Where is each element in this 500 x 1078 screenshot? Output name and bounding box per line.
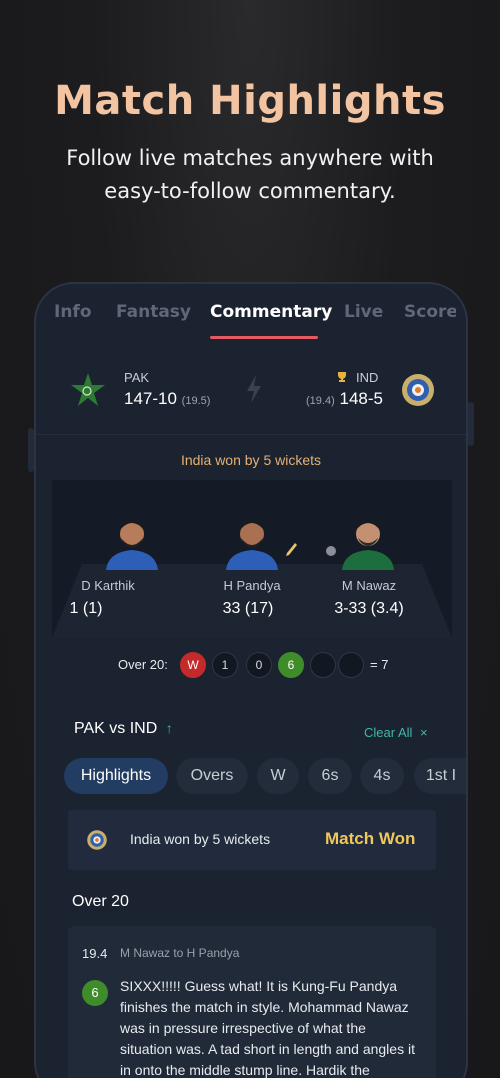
tab-live[interactable]: Live — [344, 302, 383, 322]
ball-empty — [338, 652, 364, 678]
over-label: Over 20: — [118, 657, 168, 672]
batter1-stat: 1 (1) — [69, 600, 103, 617]
team1-name: PAK — [124, 370, 150, 385]
arrow-up-icon: ↑ — [165, 720, 173, 736]
chip-fours[interactable]: 4s — [360, 758, 404, 794]
ball-wicket: W — [180, 652, 206, 678]
bcci-logo-icon — [87, 830, 107, 850]
team2-runs: 148-5 — [339, 389, 383, 408]
close-icon: × — [420, 725, 428, 740]
team2-score: (19.4) 148-5 — [306, 389, 383, 409]
batter2-name: H Pandya — [223, 578, 281, 593]
hero-title: Match Highlights — [54, 78, 446, 124]
bowler-stat: 3-33 (3.4) — [334, 600, 404, 617]
batter1-name: D Karthik — [81, 578, 135, 593]
over-heading: Over 20 — [72, 893, 129, 910]
bowler-name: M Nawaz — [341, 578, 397, 593]
batter2-stat: 33 (17) — [222, 600, 274, 617]
team2-overs: (19.4) — [306, 395, 335, 407]
tab-commentary[interactable]: Commentary — [210, 302, 332, 322]
pakistan-flag-icon — [71, 373, 105, 406]
bowler-to-batter: M Nawaz to H Pandya — [120, 946, 240, 960]
tab-bar: Info Fantasy Commentary Live Score — [36, 302, 466, 342]
lightning-icon — [247, 375, 261, 403]
chip-highlights[interactable]: Highlights — [64, 758, 168, 794]
match-won-text: India won by 5 wickets — [130, 831, 271, 847]
team1-runs: 147-10 — [124, 389, 177, 408]
phone-frame: Info Fantasy Commentary Live Score PAK 1… — [34, 282, 468, 1078]
tab-fantasy[interactable]: Fantasy — [116, 302, 191, 322]
tab-score[interactable]: Score — [404, 302, 456, 322]
tab-info[interactable]: Info — [54, 302, 92, 322]
team1-score: 147-10 (19.5) — [124, 389, 210, 409]
clear-all-label: Clear All — [364, 725, 413, 740]
divider — [36, 434, 466, 435]
bat-icon — [286, 543, 297, 556]
over-total: = 7 — [370, 657, 389, 672]
scoreboard[interactable]: PAK 147-10 (19.5) IND (19.4) 148-5 — [36, 364, 466, 424]
bcci-logo-icon — [402, 374, 434, 406]
match-won-badge: Match Won — [325, 829, 416, 848]
player-avatar-karthik — [106, 521, 158, 570]
player-avatar-pandya — [226, 521, 278, 570]
ball-icon — [326, 546, 336, 556]
filter-title: PAK vs IND ↑ — [74, 720, 173, 738]
team2-name: IND — [356, 370, 379, 385]
chip-first-innings[interactable]: 1st I — [414, 758, 466, 794]
phone-side-button — [468, 402, 474, 446]
trophy-icon — [338, 372, 346, 382]
match-won-card: India won by 5 wickets Match Won — [68, 810, 436, 870]
ball-six: 6 — [278, 652, 304, 678]
ball-number: 19.4 — [82, 946, 108, 961]
chip-sixes[interactable]: 6s — [308, 758, 352, 794]
filter-title-text: PAK vs IND — [74, 720, 158, 737]
player-avatar-nawaz — [342, 521, 394, 570]
players-panel: D Karthik 1 (1) H Pandya 33 (17) M Nawaz… — [52, 480, 452, 638]
match-result: India won by 5 wickets — [180, 452, 322, 468]
chip-overs[interactable]: Overs — [176, 758, 248, 794]
ball-empty — [310, 652, 336, 678]
ball-run: 0 — [246, 652, 272, 678]
over-summary: Over 20: W 1 0 6 = 7 — [36, 652, 466, 682]
hero-subtitle: Follow live matches anywhere with easy-t… — [66, 146, 434, 203]
active-tab-indicator — [210, 336, 318, 339]
ball-run: 1 — [212, 652, 238, 678]
clear-all-button[interactable]: Clear All × — [364, 725, 428, 740]
commentary-text: SIXXX!!!!! Guess what! It is Kung-Fu Pan… — [120, 978, 415, 1078]
commentary-card: 19.4 M Nawaz to H Pandya 6 SIXXX!!!!! Gu… — [68, 926, 436, 1078]
run-badge: 6 — [82, 980, 108, 1006]
chip-wickets[interactable]: W — [257, 758, 299, 794]
team1-overs: (19.5) — [181, 395, 211, 407]
